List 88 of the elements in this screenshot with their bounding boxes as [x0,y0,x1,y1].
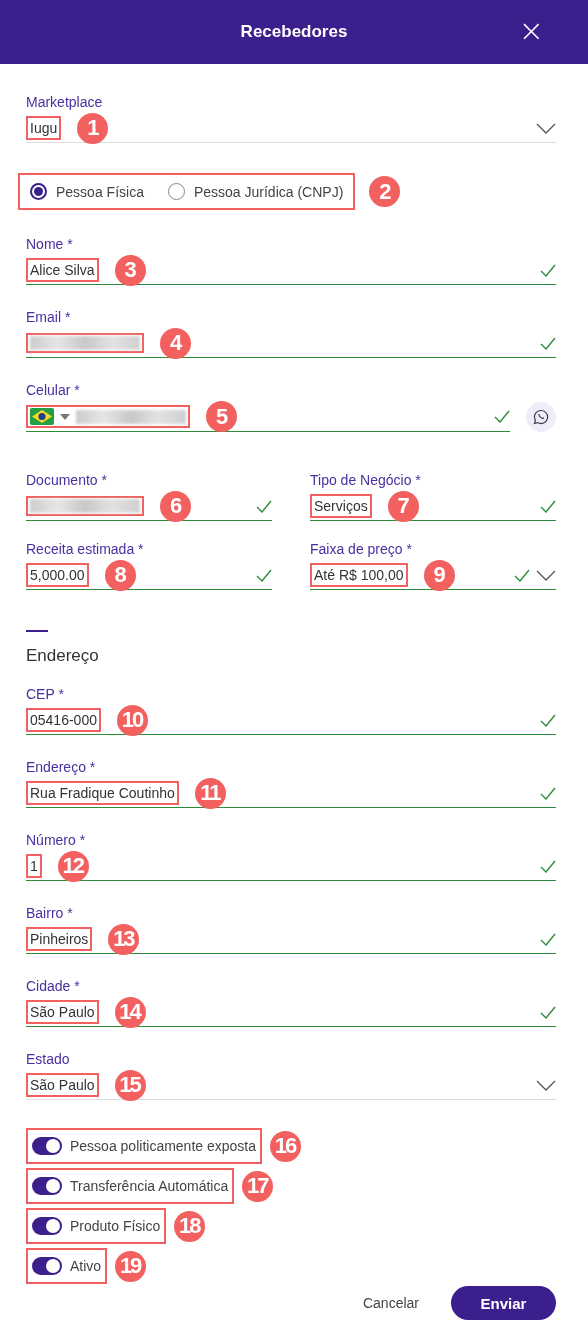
callout-badge: 9 [423,559,455,591]
select-field[interactable]: São Paulo 15 [26,1071,556,1100]
field-value: Pinheiros [26,927,93,951]
callout-badge: 1 [77,112,109,144]
section-title: Endereço [26,646,100,666]
input-field[interactable]: 5,000.00 8 [26,561,272,590]
input-field[interactable]: Pinheiros 13 [26,925,556,954]
check-icon [540,932,556,946]
callout-badge: 17 [242,1170,274,1202]
field-value: São Paulo [26,1000,99,1024]
field-label: Número * [26,832,87,849]
radio-label[interactable]: Pessoa Jurídica (CNPJ) [193,183,344,200]
select-field[interactable]: Até R$ 100,00 9 [310,561,556,590]
field-label: Endereço * [26,759,97,776]
field-label: CEP * [26,686,65,703]
check-icon [256,568,272,582]
input-field[interactable]: São Paulo 14 [26,998,556,1027]
field-label: Email * [26,309,72,326]
toggle-switch[interactable] [32,1257,62,1275]
field-label: Bairro * [26,905,74,922]
check-icon [540,713,556,727]
radio-button[interactable] [30,183,47,200]
check-icon [540,499,556,513]
check-icon [256,499,272,513]
check-icon [540,263,556,277]
callout-badge: 3 [114,254,146,286]
field-label: Marketplace [26,94,104,111]
callout-badge: 5 [206,401,237,432]
check-icon [494,410,510,423]
input-field[interactable]: Rua Fradique Coutinho 11 [26,779,556,808]
field-label: Estado [26,1051,71,1068]
radio-label[interactable]: Pessoa Física [56,183,144,200]
callout-badge: 6 [160,490,191,522]
callout-badge: 13 [108,923,140,955]
field-value: 5,000.00 [26,563,89,587]
callout-badge: 4 [160,327,191,359]
toggle-switch[interactable] [32,1177,62,1195]
check-icon [540,1005,556,1019]
close-button[interactable]: × [518,17,544,45]
toggle-switch[interactable] [32,1137,62,1155]
submit-button[interactable]: Enviar [451,1286,556,1320]
caret-icon[interactable] [60,413,70,420]
field-label: Receita estimada * [26,541,145,558]
field-value: Alice Silva [26,258,99,282]
input-field[interactable]: 05416-000 10 [26,706,556,735]
field-label: Tipo de Negócio * [310,472,422,489]
callout-badge: 11 [194,777,226,809]
field-value: 05416-000 [26,708,101,732]
callout-badge: 14 [114,996,146,1028]
field-label: Faixa de preço * [310,541,413,558]
callout-badge: 16 [270,1130,301,1162]
toggle-label: Pessoa politicamente exposta [70,1138,256,1154]
field-value: Serviços [310,494,372,518]
field-label: Documento * [26,472,108,489]
field-label: Cidade * [26,978,81,995]
field-value: 1 [26,854,42,878]
input-field[interactable]: 1 12 [26,852,556,881]
field-value: São Paulo [26,1073,99,1097]
callout-badge: 8 [104,559,136,591]
accent-bar [26,630,48,632]
toggle-label: Produto Físico [70,1218,161,1234]
check-icon [540,859,556,873]
input-field[interactable]: Alice Silva 3 [26,256,556,285]
callout-badge: 12 [57,850,89,882]
field-value: Rua Fradique Coutinho [26,781,179,805]
callout-badge: 2 [369,176,401,207]
callout-badge: 7 [387,490,419,522]
check-icon [514,568,530,582]
flag-icon [30,408,54,425]
check-icon [540,336,556,350]
callout-badge: 15 [114,1069,146,1101]
callout-badge: 10 [116,704,148,736]
cancel-button[interactable]: Cancelar [362,1289,419,1317]
callout-badge: 18 [174,1210,206,1242]
field-value: Até R$ 100,00 [310,563,408,587]
whatsapp-button[interactable] [526,402,556,432]
input-field[interactable]: Serviços 7 [310,492,556,521]
select-field[interactable]: Iugu 1 [26,114,556,143]
toggle-label: Ativo [70,1258,102,1274]
field-label: Nome * [26,236,74,253]
toggle-switch[interactable] [32,1217,62,1235]
toggle-label: Transferência Automática [70,1178,229,1194]
dialog-title: Recebedores [240,22,348,42]
callout-badge: 19 [115,1250,147,1282]
field-label: Celular * [26,382,81,399]
chat-bubble-icon [533,409,549,425]
field-value: Iugu [26,116,62,140]
check-icon [540,786,556,800]
